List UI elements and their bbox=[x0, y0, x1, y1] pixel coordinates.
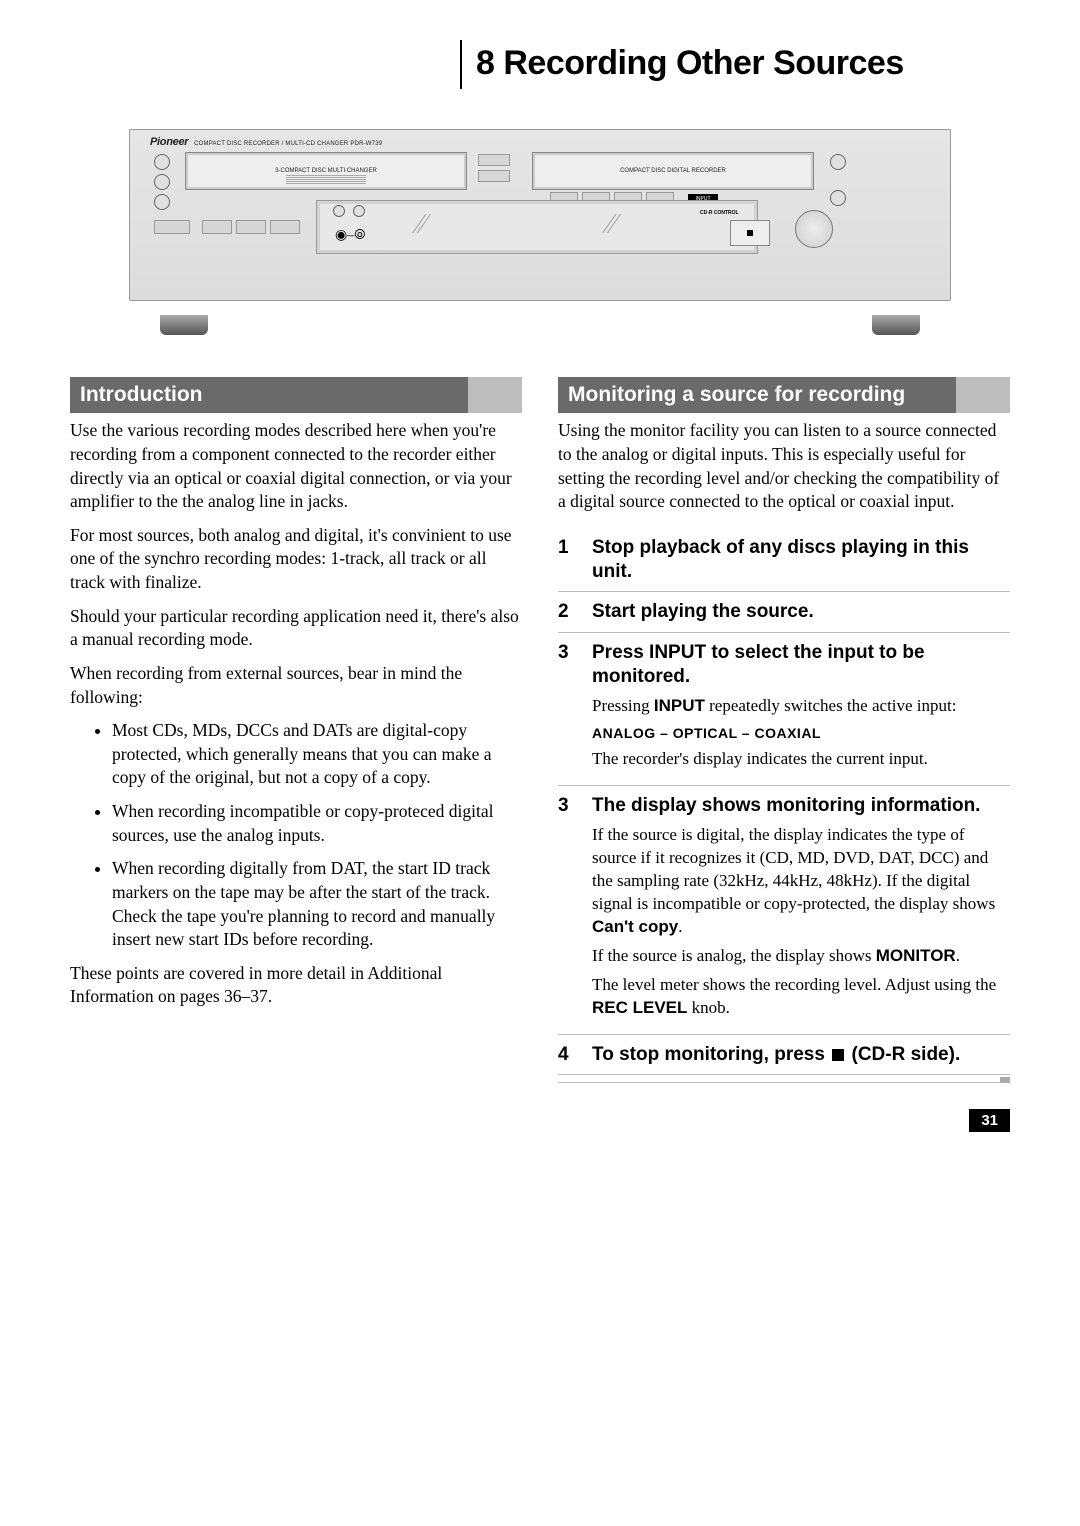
step-number: 1 bbox=[558, 536, 578, 584]
button-circle bbox=[830, 154, 846, 170]
intro-para: When recording from external sources, be… bbox=[70, 662, 522, 709]
steps-list: 1 Stop playback of any discs playing in … bbox=[558, 528, 1010, 1084]
rec-level-knob bbox=[795, 210, 833, 248]
intro-para: Should your particular recording applica… bbox=[70, 605, 522, 652]
section-heading-introduction: Introduction bbox=[70, 377, 522, 413]
cant-copy: Can't copy bbox=[592, 917, 678, 936]
tray-left-label: 3-COMPACT DISC MULTI CHANGER bbox=[275, 168, 377, 174]
step-title: Start playing the source. bbox=[592, 600, 814, 624]
bullet-item: Most CDs, MDs, DCCs and DATs are digital… bbox=[112, 719, 522, 790]
tray-multi-changer: 3-COMPACT DISC MULTI CHANGER bbox=[185, 152, 467, 190]
step-number: 4 bbox=[558, 1043, 578, 1067]
chapter-header: 8 Recording Other Sources bbox=[460, 40, 1010, 89]
step-3a: 3 Press INPUT to select the input to be … bbox=[558, 633, 1010, 786]
step-body: If the source is analog, the display sho… bbox=[592, 945, 1010, 968]
intro-para: For most sources, both analog and digita… bbox=[70, 524, 522, 595]
text: If the source is analog, the display sho… bbox=[592, 946, 876, 965]
bold-text: INPUT bbox=[654, 696, 705, 715]
step-number: 3 bbox=[558, 794, 578, 818]
step-title: The display shows monitoring information… bbox=[592, 794, 980, 818]
input-sequence: ANALOG – OPTICAL – COAXIAL bbox=[592, 724, 1010, 743]
text: To stop monitoring, press bbox=[592, 1044, 830, 1065]
bullet-item: When recording incompatible or copy-prot… bbox=[112, 800, 522, 847]
step-body: Pressing INPUT repeatedly switches the a… bbox=[592, 695, 1010, 718]
button-circle bbox=[830, 190, 846, 206]
chapter-number: 8 bbox=[476, 44, 494, 82]
intro-bullets: Most CDs, MDs, DCCs and DATs are digital… bbox=[70, 719, 522, 952]
tray-right-label: COMPACT DISC DIGITAL RECORDER bbox=[620, 168, 726, 174]
step-title: Press INPUT to select the input to be mo… bbox=[592, 641, 1010, 689]
button-circle bbox=[154, 154, 170, 170]
section-heading-monitoring: Monitoring a source for recording bbox=[558, 377, 1010, 413]
bold-text: REC LEVEL bbox=[592, 998, 687, 1017]
small-button bbox=[236, 220, 266, 234]
small-button bbox=[478, 154, 510, 166]
text: The level meter shows the recording leve… bbox=[592, 975, 996, 994]
step-number: 3 bbox=[558, 641, 578, 689]
continuation-marker bbox=[1000, 1077, 1010, 1083]
device-feet bbox=[130, 315, 950, 349]
step-body: If the source is digital, the display in… bbox=[592, 824, 1010, 939]
small-button bbox=[270, 220, 300, 234]
left-column: Introduction Use the various recording m… bbox=[70, 377, 522, 1083]
page-number: 31 bbox=[969, 1109, 1010, 1132]
step-body: The level meter shows the recording leve… bbox=[592, 974, 1010, 1020]
small-button bbox=[478, 170, 510, 182]
text: Pressing bbox=[592, 696, 654, 715]
chapter-title: Recording Other Sources bbox=[503, 44, 903, 82]
text: (CD-R side). bbox=[846, 1044, 960, 1065]
button-circle bbox=[154, 174, 170, 190]
text: knob. bbox=[687, 998, 730, 1017]
intro-para: These points are covered in more detail … bbox=[70, 962, 522, 1009]
step-title: Stop playback of any discs playing in th… bbox=[592, 536, 1010, 584]
right-column: Monitoring a source for recording Using … bbox=[558, 377, 1010, 1083]
step-title: To stop monitoring, press (CD-R side). bbox=[592, 1043, 960, 1067]
device-illustration: Pioneer COMPACT DISC RECORDER / MULTI-CD… bbox=[129, 129, 951, 301]
step-number: 2 bbox=[558, 600, 578, 624]
button-circle bbox=[154, 194, 170, 210]
model-text: COMPACT DISC RECORDER / MULTI-CD CHANGER… bbox=[194, 141, 382, 147]
step-2: 2 Start playing the source. bbox=[558, 592, 1010, 633]
text: If the source is digital, the display in… bbox=[592, 825, 995, 913]
display-panel: ⁄⁄ ⁄⁄ ◉–⦾ bbox=[316, 200, 758, 254]
step-1: 1 Stop playback of any discs playing in … bbox=[558, 528, 1010, 593]
tray-recorder: COMPACT DISC DIGITAL RECORDER bbox=[532, 152, 814, 190]
stop-button-highlight bbox=[730, 220, 770, 246]
bold-text: MONITOR bbox=[876, 946, 956, 965]
bullet-item: When recording digitally from DAT, the s… bbox=[112, 857, 522, 952]
step-3b: 3 The display shows monitoring informati… bbox=[558, 786, 1010, 1034]
intro-para: Use the various recording modes describe… bbox=[70, 419, 522, 514]
brand-logo: Pioneer bbox=[150, 136, 188, 148]
text: repeatedly switches the active input: bbox=[705, 696, 957, 715]
monitor-para: Using the monitor facility you can liste… bbox=[558, 419, 1010, 514]
step-4: 4 To stop monitoring, press (CD-R side). bbox=[558, 1035, 1010, 1076]
step-body: The recorder's display indicates the cur… bbox=[592, 748, 1010, 771]
device-model-line: Pioneer COMPACT DISC RECORDER / MULTI-CD… bbox=[150, 136, 382, 148]
cdr-control-label: CD-R CONTROL bbox=[700, 210, 739, 216]
stop-icon bbox=[832, 1049, 844, 1061]
power-button bbox=[154, 220, 190, 234]
small-button bbox=[202, 220, 232, 234]
